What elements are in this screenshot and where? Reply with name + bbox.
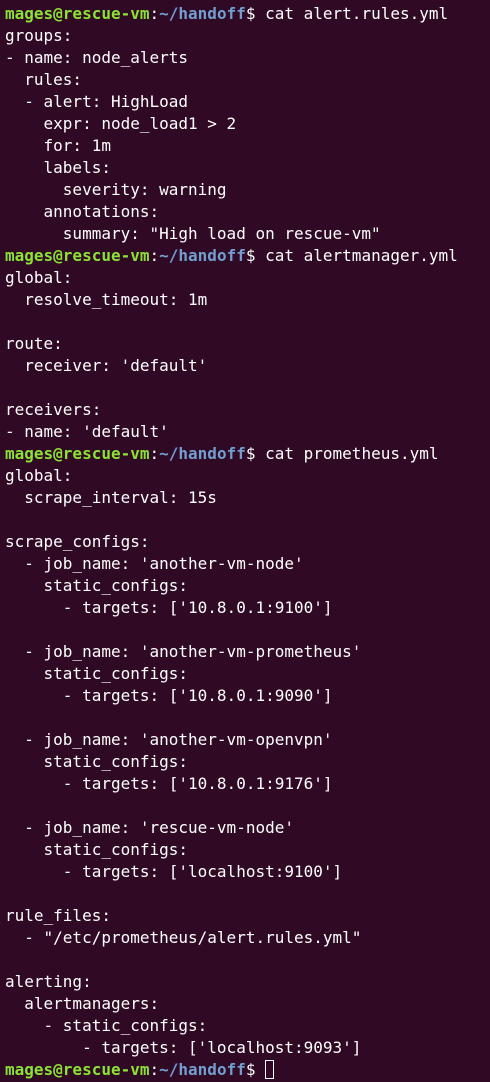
output-line: - name: 'default': [5, 422, 169, 441]
prompt-path: ~/handoff: [159, 4, 246, 23]
output-line: scrape_interval: 15s: [5, 488, 217, 507]
output-line: labels:: [5, 158, 111, 177]
prompt-user-host: mages@rescue-vm: [5, 1060, 150, 1079]
prompt-user-host: mages@rescue-vm: [5, 246, 150, 265]
output-line: receiver: 'default': [5, 356, 208, 375]
output-line: severity: warning: [5, 180, 227, 199]
output-line: - targets: ['10.8.0.1:9100']: [5, 598, 333, 617]
prompt-colon: :: [149, 444, 160, 463]
terminal-window[interactable]: mages@rescue-vm:~/handoff$ cat alert.rul…: [0, 0, 490, 1082]
output-line: static_configs:: [5, 752, 189, 771]
output-line: scrape_configs:: [5, 532, 150, 551]
prompt-user-host: mages@rescue-vm: [5, 444, 150, 463]
prompt-colon: :: [149, 1060, 160, 1079]
output-line: - targets: ['10.8.0.1:9176']: [5, 774, 333, 793]
output-line: route:: [5, 334, 63, 353]
prompt-colon: :: [149, 246, 160, 265]
output-line: receivers:: [5, 400, 102, 419]
output-line: - job_name: 'another-vm-node': [5, 554, 304, 573]
prompt-dollar: $: [245, 1060, 266, 1079]
prompt-dollar: $: [245, 246, 266, 265]
output-line: - static_configs:: [5, 1016, 208, 1035]
output-line: annotations:: [5, 202, 160, 221]
output-line: static_configs:: [5, 576, 189, 595]
output-line: - name: node_alerts: [5, 48, 189, 67]
prompt-path: ~/handoff: [159, 246, 246, 265]
output-line: resolve_timeout: 1m: [5, 290, 208, 309]
output-line: - job_name: 'another-vm-prometheus': [5, 642, 362, 661]
prompt-dollar: $: [245, 444, 266, 463]
output-line: - "/etc/prometheus/alert.rules.yml": [5, 928, 362, 947]
prompt-line: mages@rescue-vm:~/handoff$ cat alertmana…: [5, 245, 490, 267]
output-line: for: 1m: [5, 136, 111, 155]
output-line: - targets: ['10.8.0.1:9090']: [5, 686, 333, 705]
prompt-path: ~/handoff: [159, 444, 246, 463]
prompt-user-host: mages@rescue-vm: [5, 4, 150, 23]
prompt-colon: :: [149, 4, 160, 23]
output-line: expr: node_load1 > 2: [5, 114, 237, 133]
output-line: summary: "High load on rescue-vm": [5, 224, 381, 243]
output-line: static_configs:: [5, 664, 189, 683]
prompt-line: mages@rescue-vm:~/handoff$ cat prometheu…: [5, 443, 490, 465]
output-line: - alert: HighLoad: [5, 92, 189, 111]
output-line: global:: [5, 268, 73, 287]
output-line: rules:: [5, 70, 83, 89]
prompt-dollar: $: [245, 4, 266, 23]
output-line: static_configs:: [5, 840, 189, 859]
output-line: alertmanagers:: [5, 994, 160, 1013]
command-text: cat alert.rules.yml: [265, 4, 449, 23]
active-prompt-line[interactable]: mages@rescue-vm:~/handoff$: [5, 1059, 490, 1081]
output-line: - job_name: 'rescue-vm-node': [5, 818, 294, 837]
command-text: cat prometheus.yml: [265, 444, 439, 463]
output-line: - job_name: 'another-vm-openvpn': [5, 730, 333, 749]
output-line: groups:: [5, 26, 73, 45]
block-cursor-icon[interactable]: [265, 1060, 275, 1079]
output-line: - targets: ['localhost:9093']: [5, 1038, 362, 1057]
prompt-line: mages@rescue-vm:~/handoff$ cat alert.rul…: [5, 3, 490, 25]
command-text: cat alertmanager.yml: [265, 246, 458, 265]
output-line: rule_files:: [5, 906, 111, 925]
output-line: - targets: ['localhost:9100']: [5, 862, 343, 881]
output-line: alerting:: [5, 972, 92, 991]
output-line: global:: [5, 466, 73, 485]
prompt-path: ~/handoff: [159, 1060, 246, 1079]
